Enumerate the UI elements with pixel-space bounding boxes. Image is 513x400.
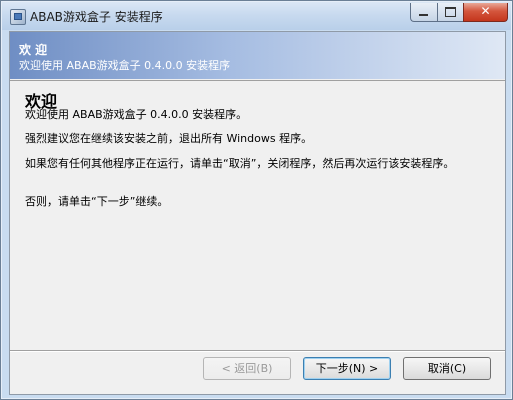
exit-programs-paragraph: 强烈建议您在继续该安装之前，退出所有 Windows 程序。 [25,132,313,145]
minimize-icon [419,14,428,16]
next-button[interactable]: 下一步(N) > [303,357,391,380]
close-button[interactable]: ✕ [463,3,508,22]
welcome-paragraph: 欢迎使用 ABAB游戏盒子 0.4.0.0 安装程序。 [25,108,248,121]
installer-window: ABAB游戏盒子 安装程序 ✕ 欢 迎 欢迎使用 ABAB游戏盒子 0.4.0.… [0,0,513,400]
continue-instructions-paragraph: 否则，请单击“下一步”继续。 [25,195,169,208]
cancel-button[interactable]: 取消(C) [403,357,491,380]
header-banner: 欢 迎 欢迎使用 ABAB游戏盒子 0.4.0.0 安装程序 [10,32,505,79]
minimize-button[interactable] [410,3,437,22]
back-button[interactable]: < 返回(B) [203,357,291,380]
installer-client-area: 欢 迎 欢迎使用 ABAB游戏盒子 0.4.0.0 安装程序 欢迎 欢迎使用 A… [9,31,506,395]
title-bar[interactable]: ABAB游戏盒子 安装程序 ✕ [2,2,511,30]
maximize-icon [445,7,456,17]
window-title: ABAB游戏盒子 安装程序 [30,10,163,24]
header-title: 欢 迎 [19,43,48,57]
footer-divider [10,350,505,352]
app-icon [10,9,26,25]
close-icon: ✕ [480,4,491,18]
maximize-button[interactable] [437,3,463,22]
cancel-instructions-paragraph: 如果您有任何其他程序正在运行，请单击“取消”，关闭程序，然后再次运行该安装程序。 [25,157,455,170]
header-subtitle: 欢迎使用 ABAB游戏盒子 0.4.0.0 安装程序 [19,59,231,72]
